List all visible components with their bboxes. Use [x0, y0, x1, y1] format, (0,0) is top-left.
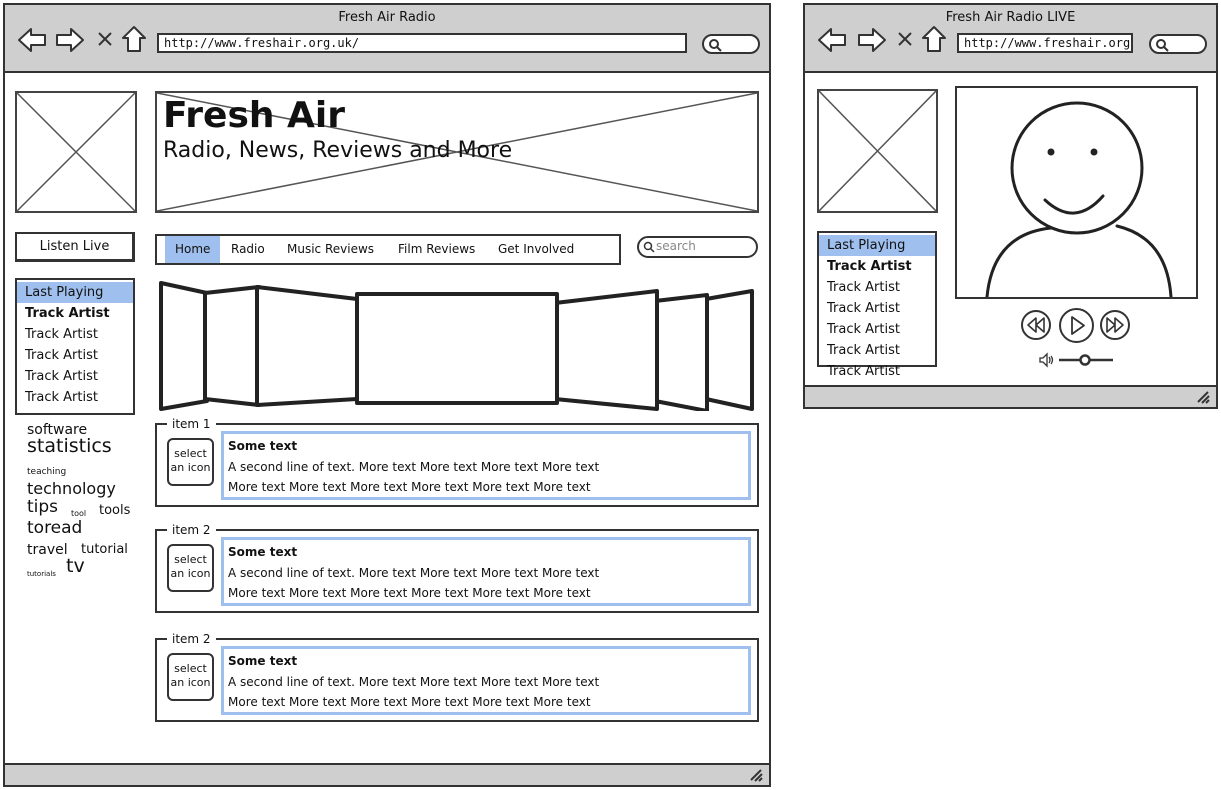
- track-item[interactable]: Track Artist: [819, 361, 935, 382]
- item-text-line: A second line of text. More text More te…: [228, 565, 600, 580]
- resize-grip-icon[interactable]: [749, 768, 763, 782]
- stop-icon[interactable]: [97, 31, 113, 51]
- track-item[interactable]: Track Artist: [819, 319, 935, 340]
- nav-get-involved[interactable]: Get Involved: [498, 236, 574, 263]
- window-title: Fresh Air Radio: [338, 10, 436, 25]
- main-titlebar: Fresh Air Radio http://www.freshair.org.…: [5, 5, 769, 73]
- site-subtitle: Radio, News, Reviews and More: [163, 138, 513, 163]
- resize-grip-icon[interactable]: [1196, 390, 1210, 404]
- tag-link[interactable]: tool: [71, 510, 86, 518]
- item-text-area[interactable]: Some text A second line of text. More te…: [221, 537, 751, 606]
- browser-search-field[interactable]: [702, 34, 760, 54]
- fast-forward-icon: [1106, 317, 1124, 333]
- item-text-line: A second line of text. More text More te…: [228, 674, 600, 689]
- main-statusbar: [5, 763, 769, 785]
- track-item[interactable]: Track Artist: [17, 366, 133, 387]
- item-text-line: Some text: [228, 654, 298, 668]
- tag-link[interactable]: toread: [27, 520, 82, 537]
- tag-link[interactable]: statistics: [27, 437, 112, 456]
- item-text-area[interactable]: Some text A second line of text. More te…: [221, 646, 751, 715]
- last-playing-list: Last Playing Track Artist Track Artist T…: [817, 231, 937, 379]
- stop-icon[interactable]: [897, 31, 913, 51]
- search-placeholder: search: [656, 239, 696, 253]
- track-item[interactable]: Track Artist: [819, 298, 935, 319]
- search-icon: [1156, 39, 1169, 52]
- cover-flow-carousel[interactable]: [155, 281, 759, 411]
- select-icon-button[interactable]: select an icon: [167, 438, 214, 486]
- tag-link[interactable]: travel: [27, 543, 68, 557]
- item-text-line: More text More text More text More text …: [228, 586, 591, 600]
- header-banner: Fresh Air Radio, News, Reviews and More: [155, 91, 759, 213]
- nav-home[interactable]: Home: [165, 236, 221, 263]
- site-search-input[interactable]: search: [637, 236, 758, 258]
- window-title: Fresh Air Radio LIVE: [945, 10, 1076, 25]
- address-bar[interactable]: http://www.freshair.org.uk/: [957, 33, 1133, 53]
- tag-link[interactable]: tools: [99, 504, 130, 517]
- nav-music-reviews[interactable]: Music Reviews: [287, 236, 374, 263]
- select-icon-button[interactable]: select an icon: [167, 653, 214, 701]
- logo-image-placeholder: [15, 91, 137, 213]
- content-item: item 2 select an icon Some text A second…: [155, 631, 759, 722]
- item-text-line: Some text: [228, 545, 298, 559]
- play-icon: [1071, 316, 1085, 335]
- address-bar[interactable]: http://www.freshair.org.uk/: [157, 33, 687, 53]
- last-playing-header: Last Playing: [17, 282, 133, 303]
- content-item: item 1 select an icon Some text A second…: [155, 416, 759, 507]
- main-browser-window: Fresh Air Radio http://www.freshair.org.…: [3, 3, 771, 787]
- forward-icon[interactable]: [857, 27, 887, 57]
- track-item[interactable]: Track Artist: [819, 340, 935, 361]
- item-text-line: Some text: [228, 439, 298, 453]
- track-item[interactable]: Track Artist: [819, 256, 935, 277]
- select-icon-button[interactable]: select an icon: [167, 544, 214, 592]
- forward-icon[interactable]: [55, 27, 85, 57]
- last-playing-header: Last Playing: [819, 235, 935, 256]
- track-item[interactable]: Track Artist: [17, 345, 133, 366]
- live-player-window: Fresh Air Radio LIVE http://www.freshair…: [803, 3, 1218, 409]
- track-item[interactable]: Track Artist: [17, 324, 133, 345]
- tag-link[interactable]: tips: [27, 499, 58, 516]
- item-text-line: More text More text More text More text …: [228, 480, 591, 494]
- back-icon[interactable]: [817, 27, 847, 57]
- tag-link[interactable]: tutorial: [81, 543, 128, 556]
- rewind-icon: [1027, 317, 1045, 333]
- tag-link[interactable]: tv: [66, 557, 85, 576]
- item-text-line: More text More text More text More text …: [228, 695, 591, 709]
- item-legend: item 2: [167, 522, 216, 538]
- tag-link[interactable]: technology: [27, 481, 116, 497]
- main-nav: Home Radio Music Reviews Film Reviews Ge…: [155, 234, 621, 265]
- nav-radio[interactable]: Radio: [231, 236, 265, 263]
- fast-forward-button[interactable]: [1100, 310, 1130, 340]
- track-item[interactable]: Track Artist: [819, 277, 935, 298]
- item-text-line: A second line of text. More text More te…: [228, 459, 600, 474]
- home-icon[interactable]: [921, 25, 947, 57]
- tag-link[interactable]: tutorials: [27, 571, 56, 578]
- logo-image-placeholder: [817, 89, 938, 213]
- volume-slider[interactable]: [1039, 352, 1115, 368]
- item-text-area[interactable]: Some text A second line of text. More te…: [221, 431, 751, 500]
- site-title: Fresh Air: [163, 95, 346, 136]
- last-playing-list: Last Playing Track Artist Track Artist T…: [15, 278, 135, 415]
- home-icon[interactable]: [121, 25, 147, 57]
- live-video-player[interactable]: [955, 86, 1198, 299]
- live-statusbar: [805, 385, 1216, 407]
- track-item[interactable]: Track Artist: [17, 303, 133, 324]
- tag-link[interactable]: teaching: [27, 468, 66, 477]
- search-icon: [643, 241, 655, 253]
- rewind-button[interactable]: [1021, 310, 1051, 340]
- play-button[interactable]: [1059, 308, 1094, 343]
- item-legend: item 1: [167, 416, 216, 432]
- browser-search-field[interactable]: [1149, 34, 1207, 54]
- content-item: item 2 select an icon Some text A second…: [155, 522, 759, 613]
- nav-film-reviews[interactable]: Film Reviews: [398, 236, 475, 263]
- back-icon[interactable]: [17, 27, 47, 57]
- live-titlebar: Fresh Air Radio LIVE http://www.freshair…: [805, 5, 1216, 73]
- track-item[interactable]: Track Artist: [17, 387, 133, 408]
- search-icon: [709, 39, 722, 52]
- item-legend: item 2: [167, 631, 216, 647]
- volume-icon: [1039, 352, 1054, 368]
- listen-live-button[interactable]: Listen Live: [15, 232, 135, 262]
